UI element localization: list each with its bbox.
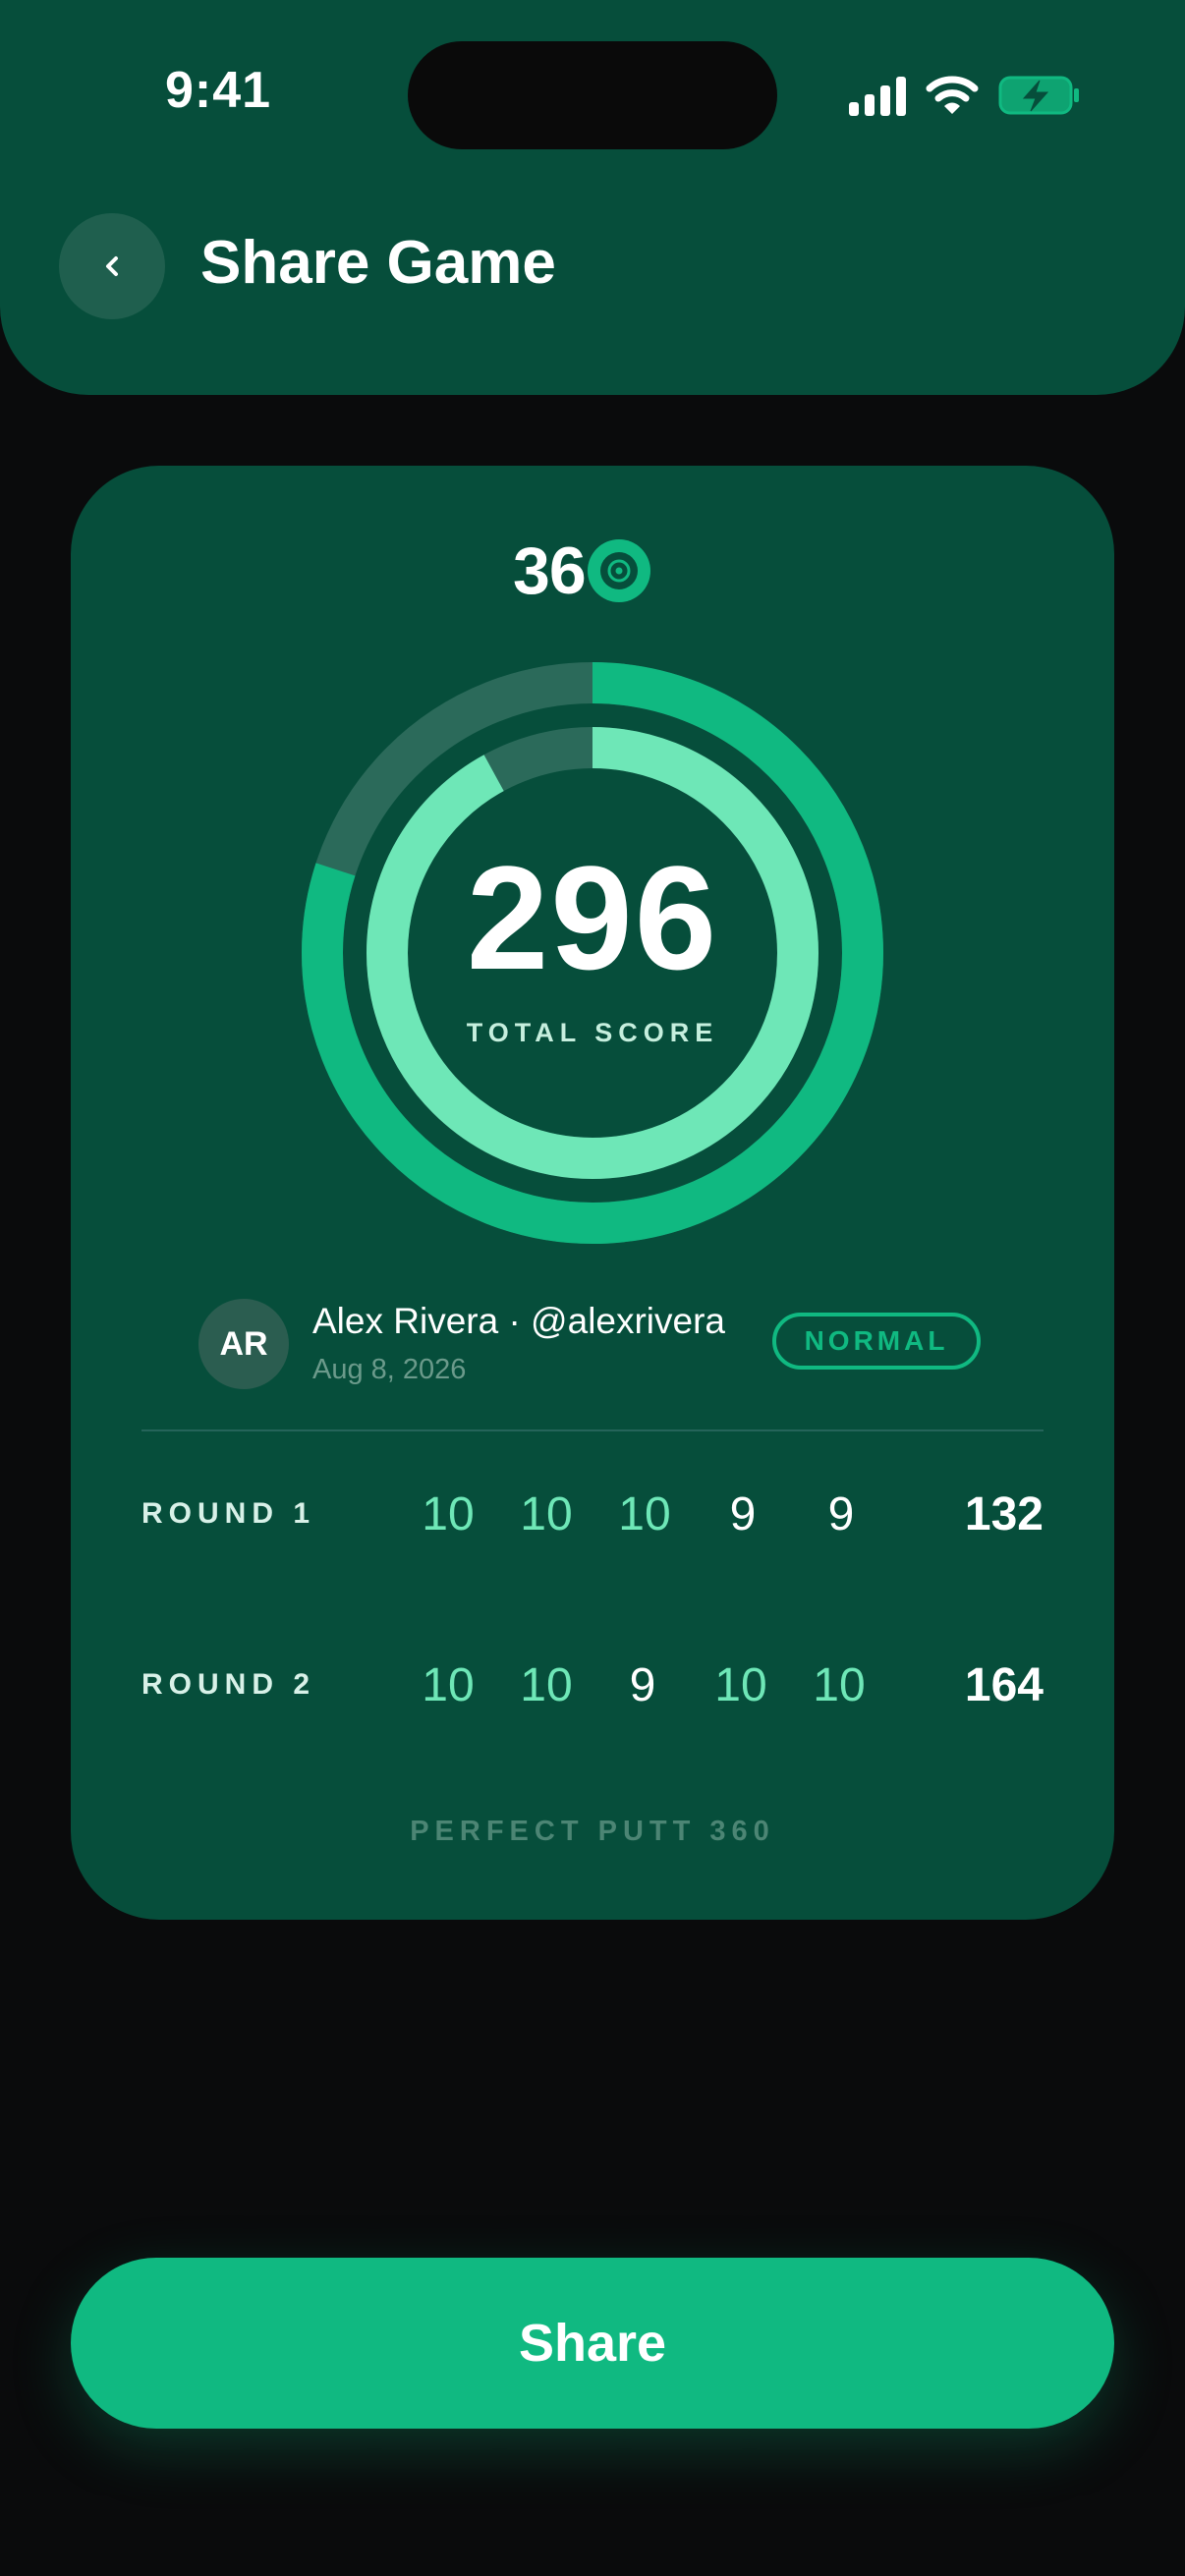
round-row: ROUND 2 10 10 9 10 10 164 — [71, 1649, 1114, 1727]
share-button-label: Share — [518, 2314, 667, 2373]
back-button[interactable] — [59, 213, 165, 319]
signal-icon — [849, 77, 906, 116]
divider — [141, 1429, 1044, 1431]
round-row: ROUND 1 10 10 10 9 9 132 — [71, 1478, 1114, 1556]
score-cell: 10 — [813, 1659, 866, 1711]
score-cell: 9 — [629, 1659, 656, 1711]
game-date: Aug 8, 2026 — [312, 1354, 467, 1385]
battery-icon — [998, 76, 1079, 115]
round-label: ROUND 2 — [141, 1668, 316, 1701]
status-time: 9:41 — [165, 62, 272, 119]
score-cell: 10 — [618, 1488, 671, 1540]
app-logo: 36 — [513, 536, 650, 605]
footer-brand: PERFECT PUTT 360 — [410, 1816, 775, 1847]
round-total: 132 — [964, 1488, 1044, 1540]
score-cell: 9 — [827, 1488, 855, 1540]
score-cell: 10 — [422, 1659, 475, 1711]
round-total: 164 — [964, 1659, 1044, 1711]
score-cell: 10 — [520, 1488, 573, 1540]
score-cell: 10 — [714, 1659, 767, 1711]
share-button[interactable]: Share — [71, 2258, 1114, 2429]
score-cell: 9 — [729, 1488, 757, 1540]
chevron-left-icon — [106, 256, 118, 276]
header: 9:41 Share Game — [0, 0, 1185, 395]
avatar: AR — [198, 1299, 289, 1389]
mode-badge-label: NORMAL — [804, 1325, 949, 1356]
avatar-initials: AR — [219, 1324, 268, 1363]
mode-badge: NORMAL — [772, 1313, 981, 1370]
page-title: Share Game — [200, 229, 556, 297]
logo-text: 36 — [513, 533, 587, 608]
target-icon — [587, 539, 650, 602]
score-cell: 10 — [422, 1488, 475, 1540]
total-score: 296 — [466, 835, 719, 1000]
round-label: ROUND 1 — [141, 1497, 316, 1530]
total-score-label: TOTAL SCORE — [466, 1018, 719, 1047]
dynamic-island — [408, 41, 777, 149]
wifi-icon — [926, 76, 979, 114]
player-name: Alex Rivera · @alexrivera — [312, 1301, 726, 1341]
score-cell: 10 — [520, 1659, 573, 1711]
share-card: 36 296 TOTAL SCORE AR Alex Rivera · @ale… — [71, 466, 1114, 1920]
